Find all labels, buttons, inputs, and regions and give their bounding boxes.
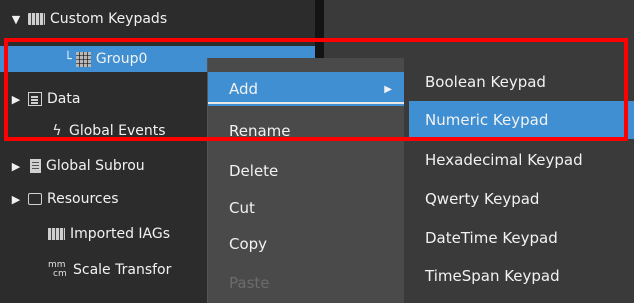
menu-item-label: Copy [229, 235, 268, 253]
menu-item-label: Rename [229, 122, 291, 140]
submenu-arrow-icon: ▶ [384, 83, 392, 95]
expand-arrow-icon[interactable]: ▶ [8, 160, 24, 173]
expand-arrow-icon[interactable]: ▶ [8, 93, 24, 106]
submenu-item-boolean-keypad[interactable]: Boolean Keypad [409, 63, 634, 101]
submenu-item-label: Boolean Keypad [425, 73, 546, 91]
tree-item-label: Group0 [95, 51, 148, 67]
add-submenu: Boolean Keypad Numeric Keypad Hexadecima… [404, 58, 634, 303]
lightning-icon: ϟ [52, 123, 62, 139]
menu-item-delete[interactable]: Delete [208, 154, 404, 188]
tree-elbow-icon: └ [64, 51, 72, 67]
menu-item-rename[interactable]: Rename [208, 114, 404, 148]
expand-arrow-icon[interactable]: ▼ [8, 13, 24, 26]
submenu-item-qwerty-keypad[interactable]: Qwerty Keypad [409, 180, 634, 218]
tree-item-label: Data [47, 91, 81, 107]
submenu-item-label: Qwerty Keypad [425, 190, 540, 208]
keypad-folder-icon [28, 13, 45, 25]
submenu-item-timespan-keypad[interactable]: TimeSpan Keypad [409, 257, 634, 295]
menu-item-label: Cut [229, 199, 255, 217]
data-icon [28, 92, 42, 106]
tree-item-label: Scale Transfor [73, 262, 172, 278]
submenu-item-label: Hexadecimal Keypad [425, 151, 583, 169]
keypad-group-icon [75, 51, 91, 67]
context-menu: Add ▶ Rename Delete Cut Copy Paste [208, 58, 404, 303]
submenu-item-label: DateTime Keypad [425, 229, 558, 247]
menu-item-add[interactable]: Add ▶ [208, 72, 404, 106]
tree-item-label: Resources [47, 191, 119, 207]
menu-item-label: Add [229, 80, 259, 98]
menu-item-label: Paste [229, 274, 270, 292]
menu-item-copy[interactable]: Copy [208, 227, 404, 261]
tree-item-label: Imported IAGs [70, 226, 171, 242]
menu-item-label: Delete [229, 162, 279, 180]
submenu-item-label: Numeric Keypad [425, 111, 549, 129]
menu-item-cut[interactable]: Cut [208, 191, 404, 225]
submenu-item-label: TimeSpan Keypad [425, 267, 560, 285]
tree-item-label: Global Events [69, 123, 166, 139]
expand-arrow-icon[interactable]: ▶ [8, 193, 24, 206]
tree-item-custom-keypads[interactable]: ▼ Custom Keypads [0, 6, 315, 32]
submenu-item-numeric-keypad[interactable]: Numeric Keypad [409, 101, 634, 139]
scale-transform-icon: mm cm [48, 260, 67, 279]
menu-divider [208, 102, 404, 104]
submenu-item-hexadecimal-keypad[interactable]: Hexadecimal Keypad [409, 141, 634, 179]
resources-icon [28, 193, 42, 205]
submenu-item-datetime-keypad[interactable]: DateTime Keypad [409, 219, 634, 257]
tree-item-label: Custom Keypads [50, 11, 168, 27]
tree-item-label: Global Subrou [46, 158, 145, 174]
menu-item-paste: Paste [208, 266, 404, 300]
iag-icon [48, 228, 65, 240]
page-icon [30, 159, 41, 173]
